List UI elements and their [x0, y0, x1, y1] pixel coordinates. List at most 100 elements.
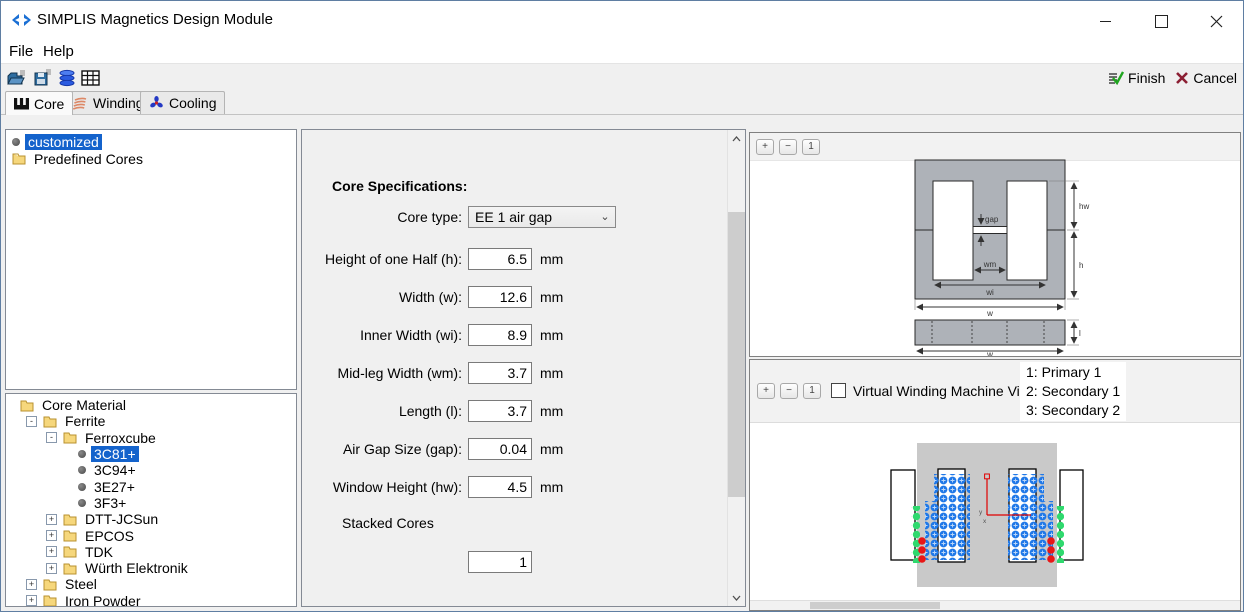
finish-icon	[1107, 70, 1124, 86]
folder-icon	[43, 578, 57, 591]
folder-icon	[43, 415, 57, 428]
expand-expander[interactable]: +	[46, 530, 57, 541]
bullet-icon	[78, 450, 86, 458]
field-row: Inner Width (wi): mm	[302, 324, 722, 346]
primary-winding-left-outer	[925, 501, 934, 560]
tree-item-3f3[interactable]: 3F3+	[6, 495, 296, 511]
close-icon	[1210, 15, 1223, 28]
tab-cooling[interactable]: Cooling	[140, 91, 225, 114]
winding-hscrollbar[interactable]	[750, 600, 1240, 610]
material-tree: Core Material - Ferrite - Ferroxcube 3C8…	[5, 393, 297, 607]
tree-item-3e27[interactable]: 3E27+	[6, 478, 296, 494]
virtual-winding-label: Virtual Winding Machine View	[853, 383, 1038, 399]
tree-item-predefined-cores[interactable]: Predefined Cores	[12, 150, 296, 167]
expand-expander[interactable]: +	[26, 595, 37, 606]
winding-diagram: y x	[750, 422, 1240, 602]
scrollbar-thumb[interactable]	[810, 602, 940, 609]
air-gap-input[interactable]	[468, 438, 532, 460]
core-diagram-panel: + − 1 gap wm wi	[749, 132, 1241, 357]
dim-w-label: w	[986, 309, 993, 318]
cancel-button[interactable]: Cancel	[1175, 70, 1237, 86]
stacked-cores-row	[302, 551, 722, 573]
dim-w-plate-label: w	[986, 350, 993, 357]
zoom-in-button[interactable]: +	[756, 139, 774, 155]
finish-button[interactable]: Finish	[1107, 70, 1165, 86]
dim-wm-label: wm	[983, 260, 997, 269]
app-logo-icon	[11, 13, 33, 27]
winding-legend: 1: Primary 1 2: Secondary 1 3: Secondary…	[1020, 362, 1126, 421]
secondary2-winding-right	[1047, 537, 1055, 563]
form-scrollbar[interactable]	[727, 130, 745, 606]
form-heading: Core Specifications:	[332, 178, 467, 194]
save-file-button[interactable]	[33, 69, 53, 87]
maximize-button[interactable]	[1138, 1, 1184, 41]
expand-expander[interactable]: +	[46, 514, 57, 525]
tree-item-customized[interactable]: customized	[12, 133, 296, 150]
virtual-winding-checkbox[interactable]	[831, 383, 846, 398]
close-button[interactable]	[1193, 1, 1239, 41]
chevron-down-icon: ⌄	[595, 206, 615, 228]
expand-expander[interactable]: +	[46, 546, 57, 557]
tree-item-3c81[interactable]: 3C81+	[6, 446, 296, 462]
tree-item-label: customized	[25, 134, 102, 150]
legend-item: 1: Primary 1	[1026, 363, 1120, 382]
inner-width-input[interactable]	[468, 324, 532, 346]
tree-item-tdk[interactable]: + TDK	[6, 544, 296, 560]
tree-item-core-material[interactable]: Core Material	[6, 397, 296, 413]
core-window-left	[933, 181, 973, 280]
tree-item-steel[interactable]: + Steel	[6, 576, 296, 592]
open-file-button[interactable]	[7, 69, 27, 87]
tree-item-ferroxcube[interactable]: - Ferroxcube	[6, 430, 296, 446]
midleg-width-input[interactable]	[468, 362, 532, 384]
folder-icon	[43, 594, 57, 607]
scrollbar-thumb[interactable]	[728, 212, 745, 497]
tree-item-3c94[interactable]: 3C94+	[6, 462, 296, 478]
folder-icon	[20, 399, 34, 412]
dim-wi-label: wi	[985, 288, 994, 297]
tree-item-ferrite[interactable]: - Ferrite	[6, 413, 296, 429]
core-window-right	[1007, 181, 1047, 280]
winding-icon	[72, 97, 88, 110]
field-row: Window Height (hw): mm	[302, 476, 722, 498]
tree-item-iron-powder[interactable]: + Iron Powder	[6, 593, 296, 607]
table-view-button[interactable]	[81, 69, 101, 87]
zoom-in-button[interactable]: +	[757, 383, 775, 399]
tab-core[interactable]: Core	[5, 91, 73, 115]
tab-cooling-label: Cooling	[169, 95, 216, 111]
database-button[interactable]	[57, 69, 77, 87]
tree-item-wurth[interactable]: + Würth Elektronik	[6, 560, 296, 576]
secondary1-winding-left	[911, 506, 920, 563]
menu-help[interactable]: Help	[43, 43, 74, 60]
primary-winding-left	[934, 474, 970, 560]
field-row: Height of one Half (h): mm	[302, 248, 722, 270]
primary-winding-right	[1008, 474, 1044, 560]
dim-hw-label: hw	[1079, 202, 1089, 211]
collapse-expander[interactable]: -	[46, 432, 57, 443]
core-type-dropdown[interactable]: EE 1 air gap ⌄	[468, 206, 616, 228]
stacked-cores-input[interactable]	[468, 551, 532, 573]
width-input[interactable]	[468, 286, 532, 308]
menu-file[interactable]: File	[9, 43, 33, 60]
minimize-button[interactable]	[1082, 1, 1128, 41]
expand-expander[interactable]: +	[26, 579, 37, 590]
toolbar: Finish Cancel	[1, 63, 1243, 92]
zoom-out-button[interactable]: −	[780, 383, 798, 399]
height-half-input[interactable]	[468, 248, 532, 270]
field-row: Mid-leg Width (wm): mm	[302, 362, 722, 384]
collapse-expander[interactable]: -	[26, 416, 37, 427]
bullet-icon	[78, 499, 86, 507]
secondary1-winding-right	[1055, 506, 1064, 563]
window-height-input[interactable]	[468, 476, 532, 498]
zoom-out-button[interactable]: −	[779, 139, 797, 155]
secondary2-winding-left	[918, 537, 926, 563]
expand-expander[interactable]: +	[46, 563, 57, 574]
tree-item-epcos[interactable]: + EPCOS	[6, 527, 296, 543]
folder-icon	[63, 431, 77, 444]
tree-item-dtt-jcsun[interactable]: + DTT-JCSun	[6, 511, 296, 527]
scroll-down-icon[interactable]	[728, 589, 745, 606]
scroll-up-icon[interactable]	[728, 130, 745, 147]
length-input[interactable]	[468, 400, 532, 422]
zoom-reset-button[interactable]: 1	[802, 139, 820, 155]
finish-label: Finish	[1128, 70, 1165, 86]
zoom-reset-button[interactable]: 1	[803, 383, 821, 399]
